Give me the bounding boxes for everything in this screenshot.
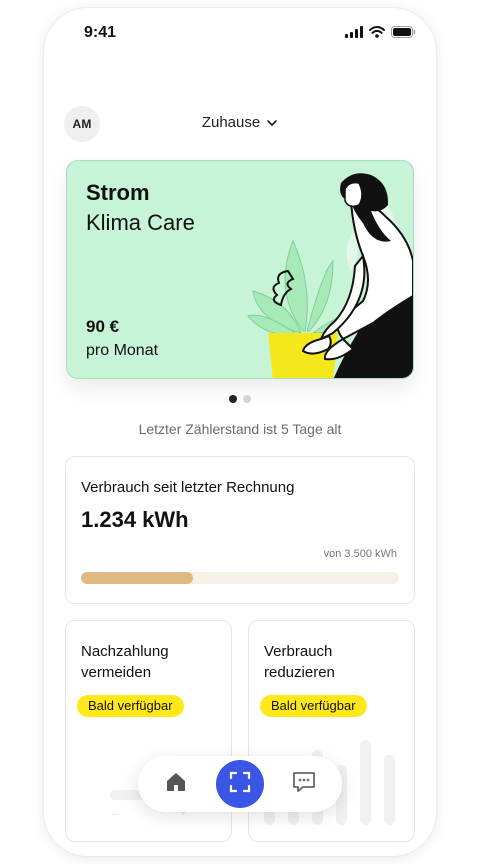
placeholder-bar [360, 740, 371, 825]
signal-icon [345, 25, 363, 43]
meter-reading-note: Letzter Zählerstand ist 5 Tage alt [138, 421, 342, 437]
wifi-icon [369, 25, 385, 43]
coming-soon-badge: Bald verfügbar [77, 695, 184, 717]
tariff-price: 90 € [86, 317, 120, 336]
usage-progress-fill [81, 572, 194, 584]
woman-with-plant-illustration [247, 173, 413, 378]
usage-limit: von 3.500 kWh [323, 548, 397, 560]
scan-icon [228, 770, 252, 799]
header: AM Zuhause [44, 104, 436, 144]
chat-icon [291, 770, 317, 799]
nav-scan-button[interactable] [216, 760, 264, 808]
usage-card[interactable]: Verbrauch seit letzter Rechnung 1.234 kW… [65, 456, 415, 604]
status-bar: 9:41 [44, 8, 436, 60]
bottom-navigation [138, 756, 342, 812]
status-time: 9:41 [84, 24, 117, 41]
placeholder-bar [384, 755, 395, 825]
status-icons [345, 25, 416, 43]
home-icon [164, 770, 188, 799]
usage-progress-bar [81, 572, 399, 584]
usage-value: 1.234 kWh [81, 507, 189, 532]
tariff-subtitle: Klima Care [86, 210, 195, 235]
pager-dot[interactable] [243, 395, 251, 403]
nav-chat-button[interactable] [280, 760, 328, 808]
carousel-pager [44, 395, 436, 403]
tariff-card[interactable]: Strom Klima Care 90 € pro Monat [66, 160, 414, 379]
usage-title: Verbrauch seit letzter Rechnung [81, 479, 295, 496]
tariff-period: pro Monat [86, 342, 159, 359]
tariff-title: Strom [86, 180, 150, 205]
location-selector: Zuhause [44, 114, 436, 131]
nav-home-button[interactable] [152, 760, 200, 808]
chevron-down-icon [266, 114, 278, 131]
pager-dot-active[interactable] [229, 395, 237, 403]
minus-icon: – [112, 809, 118, 820]
coming-soon-badge: Bald verfügbar [260, 695, 367, 717]
phone-frame: 9:41 AM Zuhause Strom Klima Care 90 € pr… [44, 8, 436, 856]
feature-title: Verbrauch reduzieren [264, 643, 335, 681]
feature-title: Nachzahlung vermeiden [81, 643, 169, 681]
battery-icon [391, 25, 416, 43]
location-dropdown[interactable]: Zuhause [202, 114, 278, 131]
location-label: Zuhause [201, 114, 261, 131]
